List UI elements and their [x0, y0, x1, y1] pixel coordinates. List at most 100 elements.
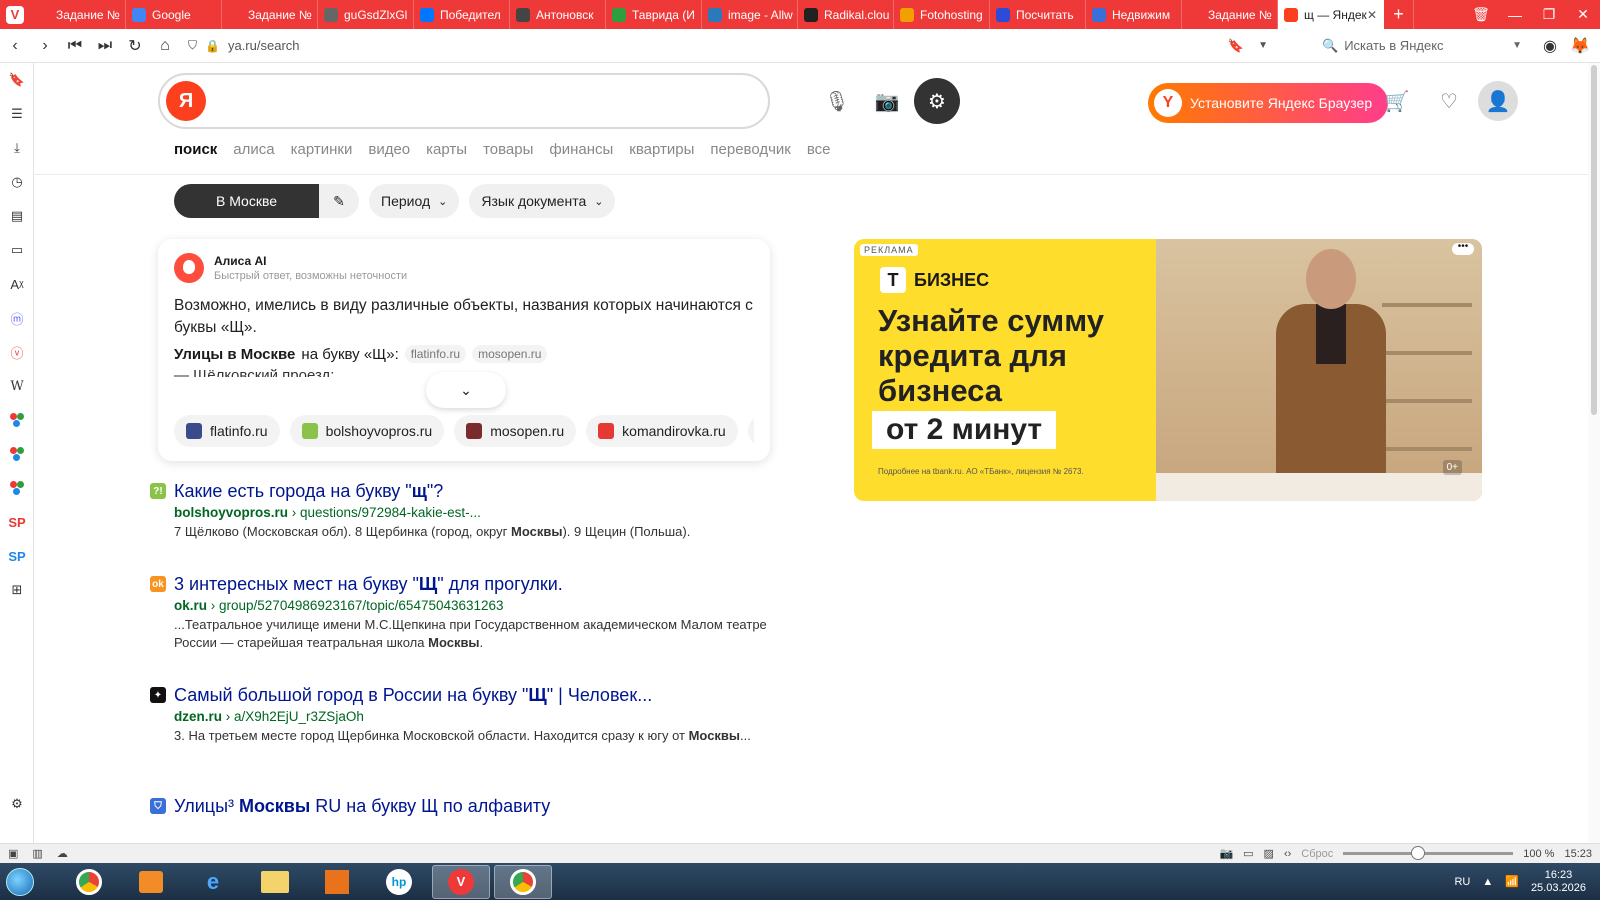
zoom-reset-button[interactable]: Сброс — [1301, 848, 1333, 860]
browser-tab[interactable]: image - Allw — [702, 0, 798, 29]
cloud-sync-icon[interactable]: ☁ — [57, 847, 68, 860]
taskbar-ie-icon[interactable]: e — [184, 865, 242, 899]
back-button[interactable]: ‹ — [0, 31, 30, 61]
history-icon[interactable]: ◷ — [0, 165, 34, 199]
tiling-icon[interactable]: ▥ — [32, 847, 42, 860]
language-filter-dropdown[interactable]: Язык документа ⌄ — [469, 184, 616, 218]
close-tab-icon[interactable]: ✕ — [1367, 8, 1377, 22]
taskbar-hp-icon[interactable]: hp — [370, 865, 428, 899]
browser-tab[interactable]: Победител — [414, 0, 510, 29]
vivaldi-menu-button[interactable]: V — [0, 0, 30, 29]
chevron-down-icon[interactable]: ▼ — [1258, 40, 1268, 51]
capture-icon[interactable]: 📷 — [1219, 847, 1233, 860]
avatar[interactable]: 👤 — [1478, 81, 1518, 121]
taskbar-vivaldi-icon[interactable]: V — [432, 864, 490, 899]
trash-icon[interactable]: 🗑 — [1464, 6, 1498, 23]
vivaldi-icon[interactable]: ⓥ — [0, 335, 34, 369]
favorites-heart-icon[interactable]: ♡ — [1426, 78, 1472, 124]
service-tab[interactable]: товары — [483, 141, 533, 158]
service-tab[interactable]: квартиры — [629, 141, 694, 158]
browser-tab[interactable]: guGsdZlxGl — [318, 0, 414, 29]
source-chip[interactable]: komandirovka.ru — [586, 415, 738, 447]
service-tab[interactable]: карты — [426, 141, 467, 158]
minimize-button[interactable]: — — [1498, 7, 1532, 23]
network-icon[interactable]: 📶 — [1505, 875, 1519, 888]
source-chip[interactable]: mosopen.ru — [454, 415, 577, 447]
region-filter-button[interactable]: В Москве — [174, 184, 320, 218]
result-title-link[interactable]: Какие есть города на букву "щ"? — [174, 481, 790, 502]
chevron-down-icon[interactable]: ▼ — [1512, 40, 1522, 51]
mastodon-icon[interactable]: ⓜ — [0, 301, 34, 335]
result-url[interactable]: dzen.ru › a/X9h2EjU_r3ZSjaOh — [174, 709, 790, 724]
source-chip[interactable]: flatinfo.ru — [174, 415, 280, 447]
source-chip[interactable]: c — [747, 415, 754, 447]
page-actions-icon[interactable]: ‹› — [1284, 848, 1291, 860]
window-icon[interactable]: ▭ — [1243, 847, 1253, 860]
service-tab[interactable]: поиск — [174, 141, 217, 158]
taskbar-explorer-icon[interactable] — [246, 865, 304, 899]
result-url[interactable]: bolshoyvopros.ru › questions/972984-kaki… — [174, 505, 790, 520]
browser-tab[interactable]: Антоновск — [510, 0, 606, 29]
shield-icon[interactable]: ⛉ — [188, 38, 197, 53]
inline-source-link[interactable]: mosopen.ru — [472, 345, 548, 363]
sp-panel-icon[interactable]: SP — [0, 539, 34, 573]
window-panel-icon[interactable]: ▭ — [0, 233, 34, 267]
service-tab[interactable]: все — [807, 141, 831, 158]
browser-tab[interactable]: Задание № — [1182, 0, 1278, 29]
bookmark-icon[interactable]: 🔖 — [1228, 38, 1244, 54]
zoom-slider-handle[interactable] — [1410, 846, 1425, 860]
ad-banner[interactable]: РЕКЛАМА T БИЗНЕС Узнайте сумму кредита дл… — [854, 239, 1482, 501]
web-panel-icon[interactable] — [0, 403, 34, 437]
taskbar-office-icon[interactable] — [308, 865, 366, 899]
install-browser-button[interactable]: Y Установите Яндекс Браузер — [1148, 83, 1388, 123]
web-panel-icon[interactable] — [0, 437, 34, 471]
browser-tab[interactable]: Fotohosting — [894, 0, 990, 29]
taskbar-media-player-icon[interactable] — [122, 865, 180, 899]
tray-expand-icon[interactable]: ▲ — [1482, 876, 1493, 888]
browser-tab[interactable]: Недвижим — [1086, 0, 1182, 29]
taskbar-chrome2-icon[interactable] — [494, 864, 552, 899]
result-title-link[interactable]: Самый большой город в России на букву "Щ… — [174, 685, 790, 706]
extension-fox-icon[interactable]: 🦊 — [1565, 31, 1595, 61]
search-settings-icon[interactable]: ⚙ — [914, 78, 960, 124]
maximize-button[interactable]: ❐ — [1532, 6, 1566, 23]
browser-tab[interactable]: Google — [126, 0, 222, 29]
bookmarks-icon[interactable]: 🔖 — [0, 63, 34, 97]
lock-icon[interactable]: 🔒 — [205, 39, 220, 53]
home-button[interactable]: ⌂ — [150, 31, 180, 61]
yandex-logo-icon[interactable]: Я — [166, 81, 206, 121]
forward-button[interactable]: › — [30, 31, 60, 61]
service-tab[interactable]: финансы — [549, 141, 613, 158]
browser-tab[interactable]: щ — Яндек ✕ — [1278, 0, 1384, 29]
reading-list-icon[interactable]: ☰ — [0, 97, 34, 131]
url-field[interactable]: ⛉ 🔒 ya.ru/search 🔖 ▼ — [188, 33, 1268, 59]
result-title-link[interactable]: Улицы³ Москвы RU на букву Щ по алфавиту — [174, 796, 790, 817]
camera-icon[interactable]: 📷 — [864, 78, 910, 124]
microphone-icon[interactable]: 🎙 — [814, 78, 860, 124]
web-panel-icon[interactable] — [0, 471, 34, 505]
system-clock[interactable]: 16:23 25.03.2026 — [1531, 869, 1586, 895]
yandex-search-box[interactable]: Я — [158, 73, 770, 129]
browser-tab[interactable]: Посчитать — [990, 0, 1086, 29]
browser-tab[interactable]: Задание № — [30, 0, 126, 29]
wikipedia-icon[interactable]: W — [0, 369, 34, 403]
cart-icon[interactable]: 🛒 — [1374, 78, 1420, 124]
edit-region-button[interactable]: ✎ — [319, 184, 360, 218]
add-panel-icon[interactable]: ⊞ — [0, 573, 34, 607]
settings-gear-icon[interactable]: ⚙ — [0, 787, 34, 821]
browser-tab[interactable]: Задание № — [222, 0, 318, 29]
inline-source-link[interactable]: flatinfo.ru — [404, 345, 467, 363]
translate-icon[interactable]: Aᵡ — [0, 267, 34, 301]
image-toggle-icon[interactable]: ▨ — [1264, 847, 1274, 860]
reload-button[interactable]: ↻ — [120, 31, 150, 61]
ad-more-options-icon[interactable]: ••• — [1452, 242, 1474, 255]
taskbar-chrome-icon[interactable] — [60, 865, 118, 899]
notes-icon[interactable]: ▤ — [0, 199, 34, 233]
profile-icon[interactable]: ◉ — [1535, 31, 1565, 61]
browser-search-field[interactable]: 🔍 Искать в Яндекс ▼ — [1322, 33, 1522, 59]
new-tab-button[interactable]: + — [1384, 0, 1414, 29]
service-tab[interactable]: алиса — [233, 141, 274, 158]
result-url[interactable]: ok.ru › group/52704986923167/topic/65475… — [174, 598, 790, 613]
result-title-link[interactable]: 3 интересных мест на букву "Щ" для прогу… — [174, 574, 790, 595]
fast-forward-button[interactable]: ⏭ — [90, 31, 120, 61]
